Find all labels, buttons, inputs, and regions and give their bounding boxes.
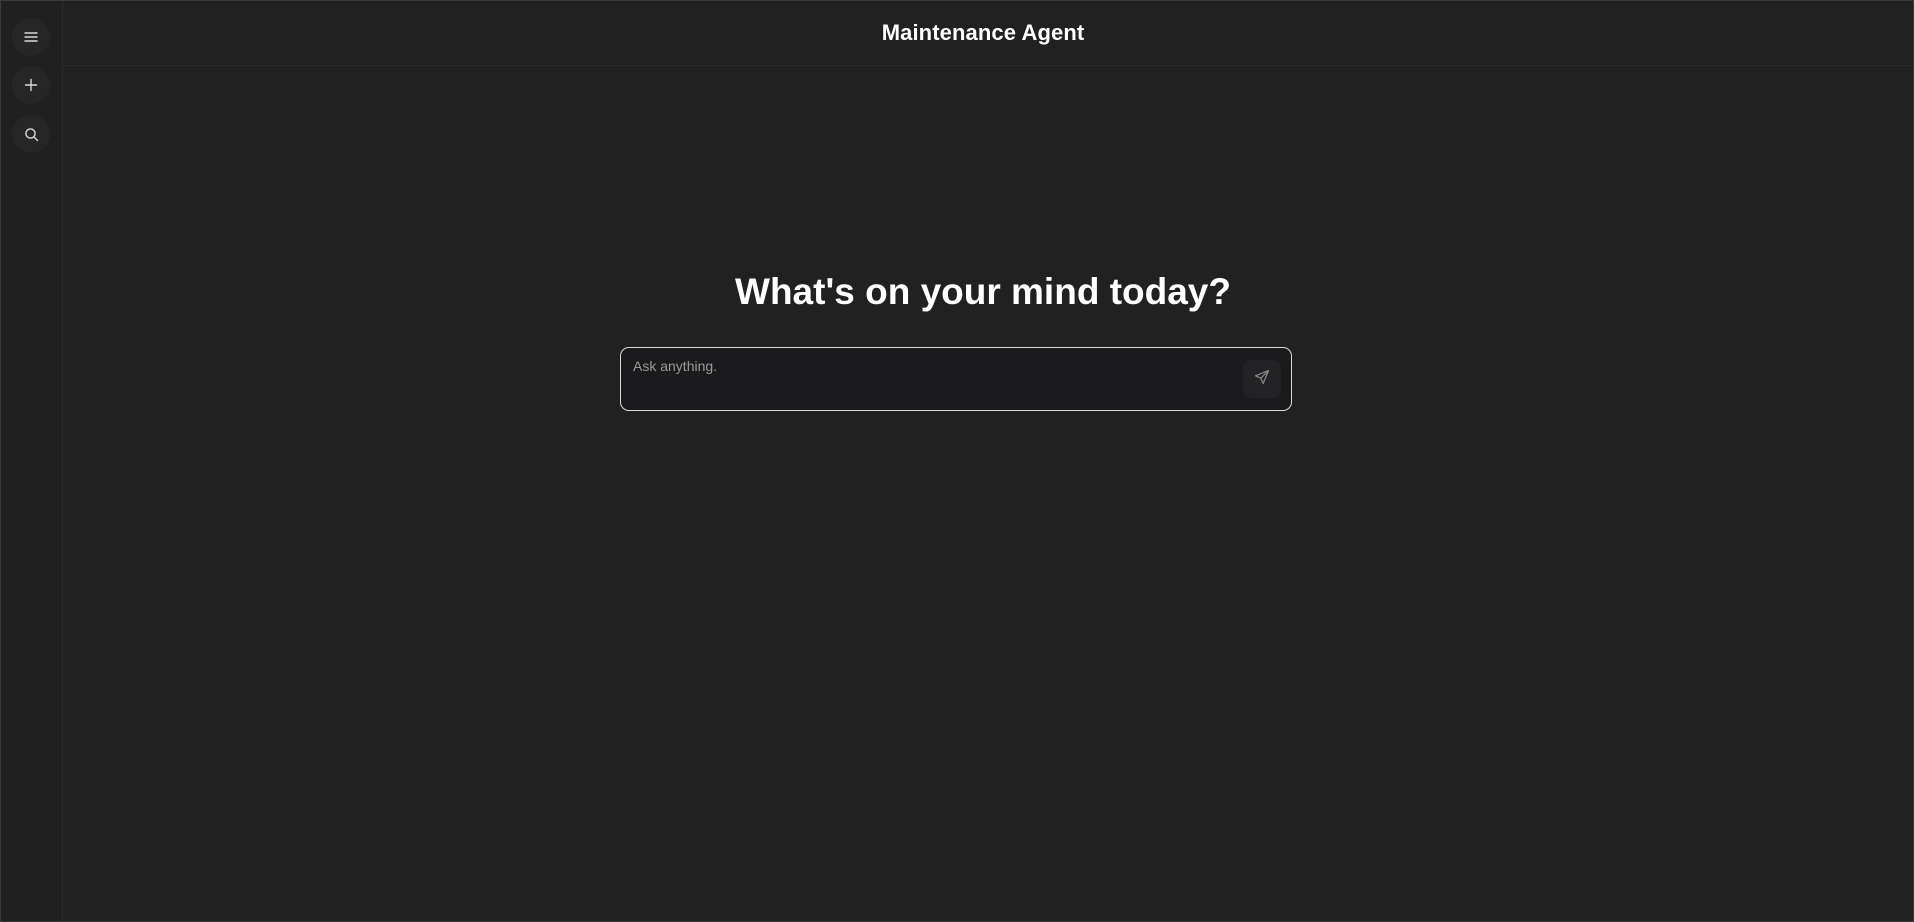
search-icon — [24, 127, 39, 142]
chat-input[interactable] — [633, 356, 1223, 402]
plus-icon — [24, 78, 38, 92]
welcome-section: What's on your mind today? — [63, 271, 1913, 313]
menu-button[interactable] — [12, 18, 50, 56]
menu-icon — [24, 31, 38, 43]
chat-composer — [620, 347, 1292, 411]
new-chat-button[interactable] — [12, 66, 50, 104]
app-window: Maintenance Agent What's on your mind to… — [0, 0, 1914, 922]
search-button[interactable] — [12, 115, 50, 153]
sidebar-rail — [1, 1, 63, 921]
top-header: Maintenance Agent — [63, 1, 1913, 66]
send-button[interactable] — [1243, 360, 1281, 398]
welcome-heading: What's on your mind today? — [735, 271, 1231, 312]
app-title: Maintenance Agent — [881, 20, 1085, 45]
send-icon — [1254, 369, 1270, 390]
